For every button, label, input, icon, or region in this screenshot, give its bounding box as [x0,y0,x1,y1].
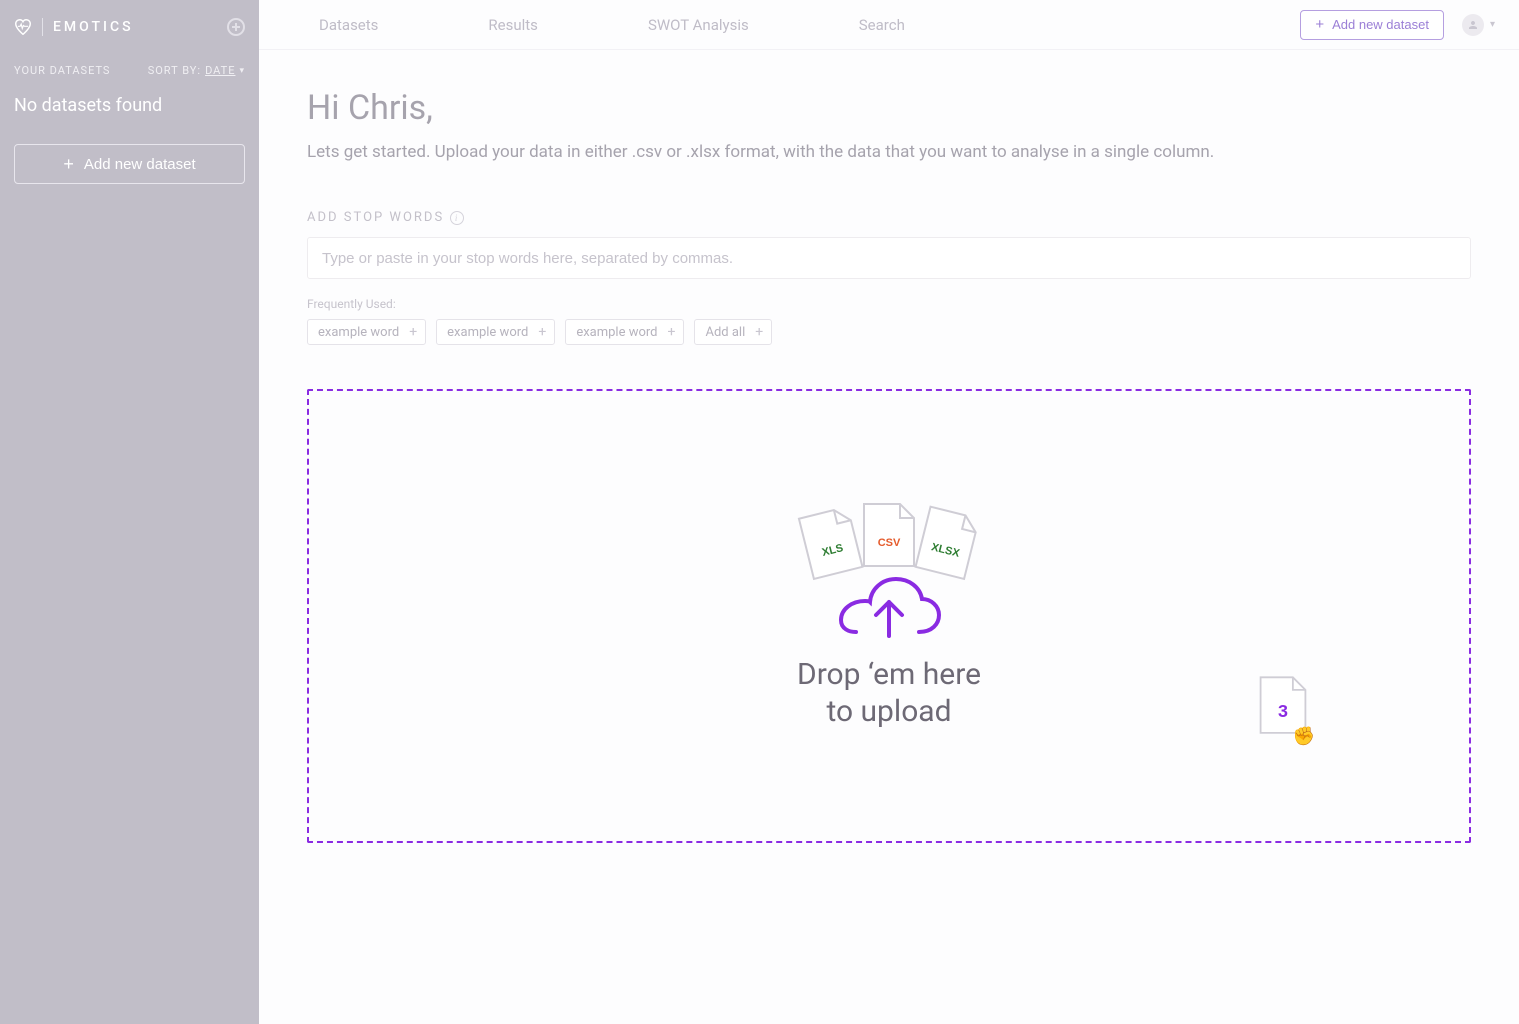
nav-datasets[interactable]: Datasets [319,16,378,34]
nav-swot[interactable]: SWOT Analysis [648,16,749,34]
page-title: Hi Chris, [307,88,1471,128]
dragging-file-icon: 3 ✊ [1257,675,1309,741]
grab-cursor-icon: ✊ [1293,726,1315,747]
sidebar-add-dataset-button[interactable]: + Add new dataset [14,144,245,184]
add-all-chip[interactable]: Add all + [694,319,772,345]
intro-text: Lets get started. Upload your data in ei… [307,142,1471,162]
stopwords-label: ADD STOP WORDS i [307,210,1471,225]
dropzone-title: Drop ‘em here to upload [797,656,981,731]
nav-results[interactable]: Results [488,16,538,34]
xls-file-icon: XLS [795,503,868,583]
stopword-chip[interactable]: example word + [565,319,684,345]
sidebar: EMOTICS YOUR DATASETS SORT BY: DATE ▾ No… [0,0,259,1024]
sidebar-section-label: YOUR DATASETS [14,64,110,77]
collapse-sidebar-icon[interactable] [227,18,245,36]
brand-text: EMOTICS [53,19,134,35]
sidebar-empty-message: No datasets found [14,95,245,116]
sidebar-add-label: Add new dataset [84,156,196,173]
stopword-chip[interactable]: example word + [307,319,426,345]
svg-text:3: 3 [1278,701,1288,721]
nav-search[interactable]: Search [859,16,905,34]
cloud-upload-icon [834,574,944,646]
topbar: Datasets Results SWOT Analysis Search + … [259,0,1519,50]
top-nav: Datasets Results SWOT Analysis Search [319,16,905,34]
sort-by[interactable]: SORT BY: DATE ▾ [148,64,245,77]
csv-file-icon: CSV [860,502,918,570]
chip-row: example word + example word + example wo… [307,319,1471,345]
add-dataset-label: Add new dataset [1332,17,1429,32]
chevron-down-icon: ▾ [239,66,245,76]
main: Datasets Results SWOT Analysis Search + … [259,0,1519,1024]
file-type-illustration: XLS CSV XLSX [800,502,978,570]
chevron-down-icon: ▾ [1490,19,1495,30]
heart-icon [14,19,32,35]
sort-prefix: SORT BY: [148,64,201,77]
stopwords-input[interactable] [307,237,1471,279]
brand-divider [42,18,43,36]
avatar-icon [1462,14,1484,36]
info-icon[interactable]: i [450,211,464,225]
brand: EMOTICS [14,18,245,36]
user-menu[interactable]: ▾ [1462,14,1495,36]
frequently-used-label: Frequently Used: [307,297,1471,311]
add-dataset-button[interactable]: + Add new dataset [1300,10,1444,40]
sort-value: DATE [205,64,235,77]
stopword-chip[interactable]: example word + [436,319,555,345]
svg-text:CSV: CSV [878,537,901,549]
upload-dropzone[interactable]: XLS CSV XLSX [307,389,1471,843]
xlsx-file-icon: XLSX [911,503,984,583]
content: Hi Chris, Lets get started. Upload your … [259,50,1519,1024]
